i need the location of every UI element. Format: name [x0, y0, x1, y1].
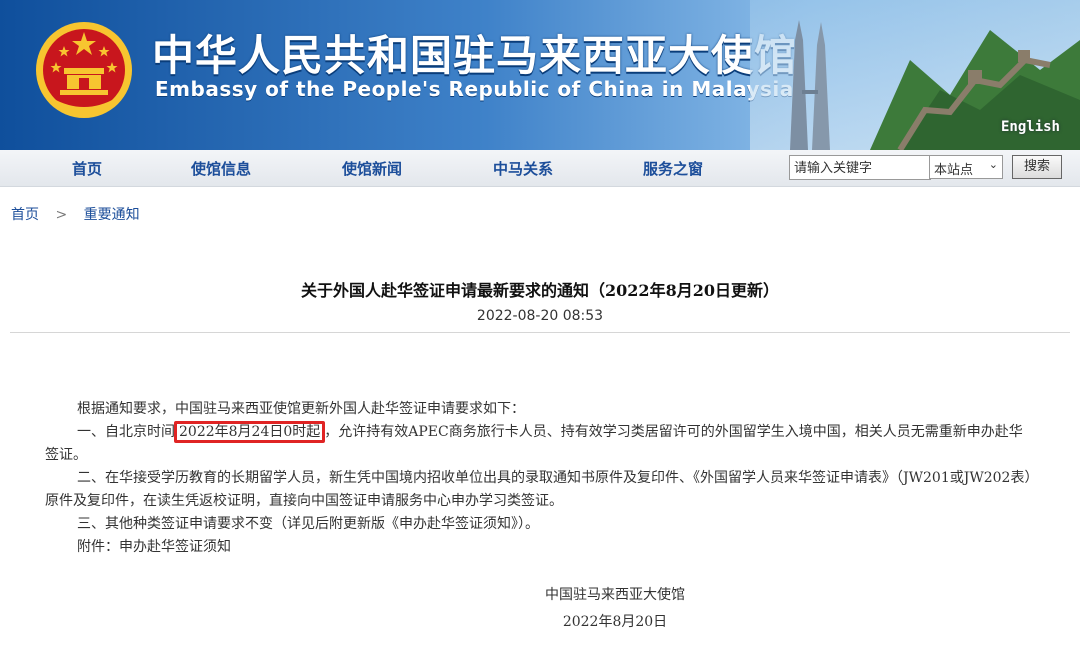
- signature-organization: 中国驻马来西亚大使馆: [545, 587, 685, 603]
- highlighted-effective-date: 2022年8月24日0时起: [174, 421, 326, 443]
- article-intro: 根据通知要求，中国驻马来西亚使馆更新外国人赴华签证申请要求如下：: [77, 401, 525, 417]
- signature-date: 2022年8月20日: [562, 614, 668, 630]
- site-title-cn: 中华人民共和国驻马来西亚大使馆: [152, 31, 798, 80]
- article-paragraph-1: 一、自北京时间 2022年8月24日0时起 ，允许持有效APEC商务旅行卡人员、持有…: [45, 421, 1035, 467]
- attachment-link[interactable]: 申办赴华签证须知: [119, 539, 231, 555]
- main-nav: 首页 使馆信息 使馆新闻 中马关系 服务之窗 请输入关键字 本站点 ⌄ 搜索: [0, 150, 1080, 187]
- nav-item-embassy-info[interactable]: 使馆信息: [191, 158, 251, 179]
- article-date: 2022-08-20 08:53: [476, 308, 604, 324]
- search-input[interactable]: 请输入关键字: [789, 155, 931, 180]
- search-scope-value: 本站点: [934, 163, 974, 178]
- article-paragraph-3: 三、其他种类签证申请要求不变（详见后附更新版《申办赴华签证须知》）。: [77, 516, 539, 532]
- nav-item-home[interactable]: 首页: [72, 158, 102, 179]
- chevron-down-icon: ⌄: [988, 158, 998, 171]
- paragraph-1-prefix: 一、自北京时间: [77, 424, 175, 440]
- nav-item-china-malaysia-relations[interactable]: 中马关系: [493, 158, 553, 179]
- national-emblem-icon: [36, 22, 132, 118]
- article-attachment: 附件：申办赴华签证须知: [45, 536, 1035, 559]
- article-title: 关于外国人赴华签证申请最新要求的通知（2022年8月20日更新）: [301, 281, 779, 300]
- breadcrumb-home-link[interactable]: 首页: [11, 207, 39, 223]
- nav-item-embassy-news[interactable]: 使馆新闻: [342, 158, 402, 179]
- attachment-label: 附件：: [77, 539, 119, 555]
- article-paragraph-2: 二、在华接受学历教育的长期留学人员，新生凭中国境内招收单位出具的录取通知书原件及…: [45, 470, 1032, 509]
- site-banner: 中华人民共和国驻马来西亚大使馆 Embassy of the People's …: [0, 0, 1080, 150]
- breadcrumb-current-link[interactable]: 重要通知: [84, 207, 140, 223]
- search-scope-select[interactable]: 本站点 ⌄: [929, 155, 1003, 179]
- article-body: 根据通知要求，中国驻马来西亚使馆更新外国人赴华签证申请要求如下： 一、自北京时间…: [45, 398, 1035, 559]
- search-button[interactable]: 搜索: [1012, 155, 1062, 179]
- nav-item-services[interactable]: 服务之窗: [643, 158, 703, 179]
- breadcrumb: 首页 > 重要通知: [11, 204, 140, 224]
- site-title-en: Embassy of the People's Republic of Chin…: [155, 77, 794, 101]
- title-divider: [10, 332, 1070, 333]
- breadcrumb-separator: >: [55, 207, 68, 223]
- english-version-link[interactable]: English: [1001, 119, 1060, 135]
